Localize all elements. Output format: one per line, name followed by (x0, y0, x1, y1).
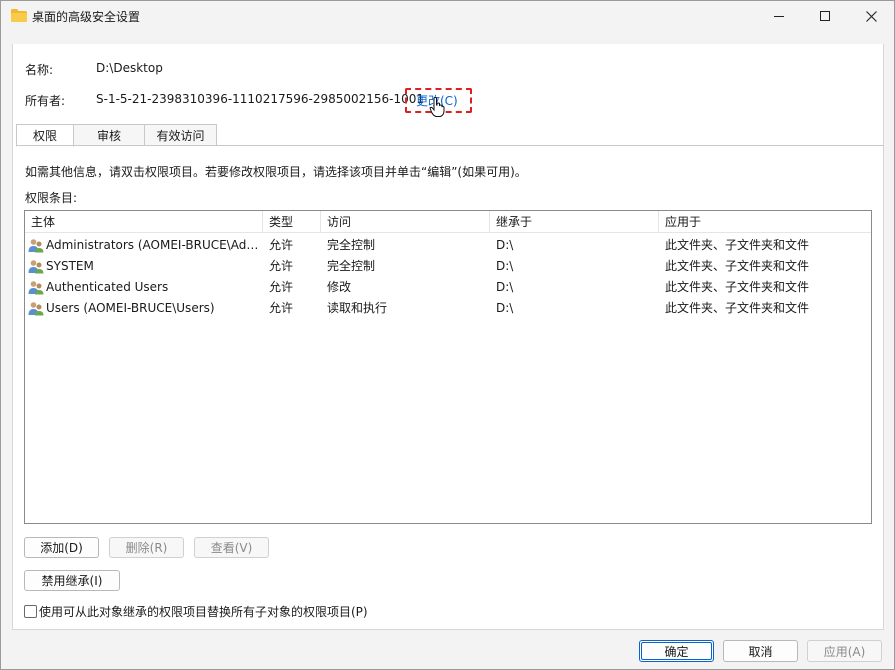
cell-access: 完全控制 (327, 238, 376, 252)
close-icon (865, 10, 877, 22)
tab-divider (16, 145, 884, 146)
maximize-button[interactable] (802, 1, 848, 31)
cell-inherited-from: D:\ (496, 301, 514, 315)
name-value[interactable]: D:\Desktop (96, 61, 163, 75)
ok-button[interactable]: 确定 (639, 640, 714, 662)
cell-access: 完全控制 (327, 259, 376, 273)
name-label: 名称: (25, 63, 54, 77)
advanced-security-window: 桌面的高级安全设置 名称: D:\Desktop 所有者: S-1-5-21-2… (0, 0, 895, 670)
close-button[interactable] (848, 1, 894, 31)
column-header-applies-to[interactable]: 应用于 (659, 211, 871, 233)
replace-child-permissions-checkbox[interactable] (24, 605, 37, 618)
cell-principal: Authenticated Users (46, 280, 169, 294)
apply-button[interactable]: 应用(A) (807, 640, 882, 662)
owner-value: S-1-5-21-2398310396-1110217596-298500215… (96, 92, 425, 106)
disable-inheritance-button[interactable]: 禁用继承(I) (24, 570, 120, 591)
cell-applies-to: 此文件夹、子文件夹和文件 (665, 301, 810, 315)
users-icon (28, 239, 44, 253)
cell-inherited-from: D:\ (496, 259, 514, 273)
folder-icon (11, 9, 27, 22)
cell-applies-to: 此文件夹、子文件夹和文件 (665, 238, 810, 252)
users-icon (28, 302, 44, 316)
maximize-icon (820, 11, 830, 21)
cell-type: 允许 (269, 259, 294, 273)
cell-principal: Users (AOMEI-BRUCE\Users) (46, 301, 215, 315)
column-header-type[interactable]: 类型 (263, 211, 321, 233)
hand-cursor-icon (429, 97, 445, 117)
column-header-inherited-from[interactable]: 继承于 (490, 211, 659, 233)
cell-applies-to: 此文件夹、子文件夹和文件 (665, 259, 810, 273)
cell-applies-to: 此文件夹、子文件夹和文件 (665, 280, 810, 294)
tab-auditing[interactable]: 审核 (73, 124, 145, 146)
cell-type: 允许 (269, 301, 294, 315)
cell-access: 修改 (327, 280, 352, 294)
cell-principal: Administrators (AOMEI-BRUCE\Administrato… (46, 238, 261, 252)
table-row[interactable]: SYSTEM 允许 完全控制 D:\ 此文件夹、子文件夹和文件 (25, 256, 871, 277)
add-button[interactable]: 添加(D) (24, 537, 99, 558)
cell-inherited-from: D:\ (496, 280, 514, 294)
minimize-icon (774, 15, 784, 17)
table-row[interactable]: Users (AOMEI-BRUCE\Users) 允许 读取和执行 D:\ 此… (25, 298, 871, 319)
table-row[interactable]: Administrators (AOMEI-BRUCE\Administrato… (25, 235, 871, 256)
table-row[interactable]: Authenticated Users 允许 修改 D:\ 此文件夹、子文件夹和… (25, 277, 871, 298)
owner-label: 所有者: (25, 94, 66, 108)
cell-type: 允许 (269, 280, 294, 294)
list-header: 主体 类型 访问 继承于 应用于 (25, 211, 871, 233)
minimize-button[interactable] (756, 1, 802, 31)
cancel-button[interactable]: 取消 (723, 640, 798, 662)
window-title: 桌面的高级安全设置 (32, 10, 141, 24)
title-bar: 桌面的高级安全设置 (1, 1, 894, 31)
remove-button[interactable]: 删除(R) (109, 537, 184, 558)
cell-inherited-from: D:\ (496, 238, 514, 252)
view-button[interactable]: 查看(V) (194, 537, 269, 558)
permission-entries-list[interactable]: 主体 类型 访问 继承于 应用于 Administrators (AOMEI-B… (24, 210, 872, 524)
cell-principal: SYSTEM (46, 259, 94, 273)
permission-entries-label: 权限条目: (25, 191, 78, 205)
tab-permissions[interactable]: 权限 (16, 124, 74, 147)
tab-effective-access[interactable]: 有效访问 (144, 124, 217, 146)
column-header-access[interactable]: 访问 (321, 211, 490, 233)
column-header-principal[interactable]: 主体 (25, 211, 263, 233)
users-icon (28, 281, 44, 295)
info-text: 如需其他信息，请双击权限项目。若要修改权限项目，请选择该项目并单击“编辑”(如果… (25, 165, 527, 179)
cell-type: 允许 (269, 238, 294, 252)
replace-child-permissions-label[interactable]: 使用可从此对象继承的权限项目替换所有子对象的权限项目(P) (39, 603, 368, 620)
users-icon (28, 260, 44, 274)
cell-access: 读取和执行 (327, 301, 388, 315)
